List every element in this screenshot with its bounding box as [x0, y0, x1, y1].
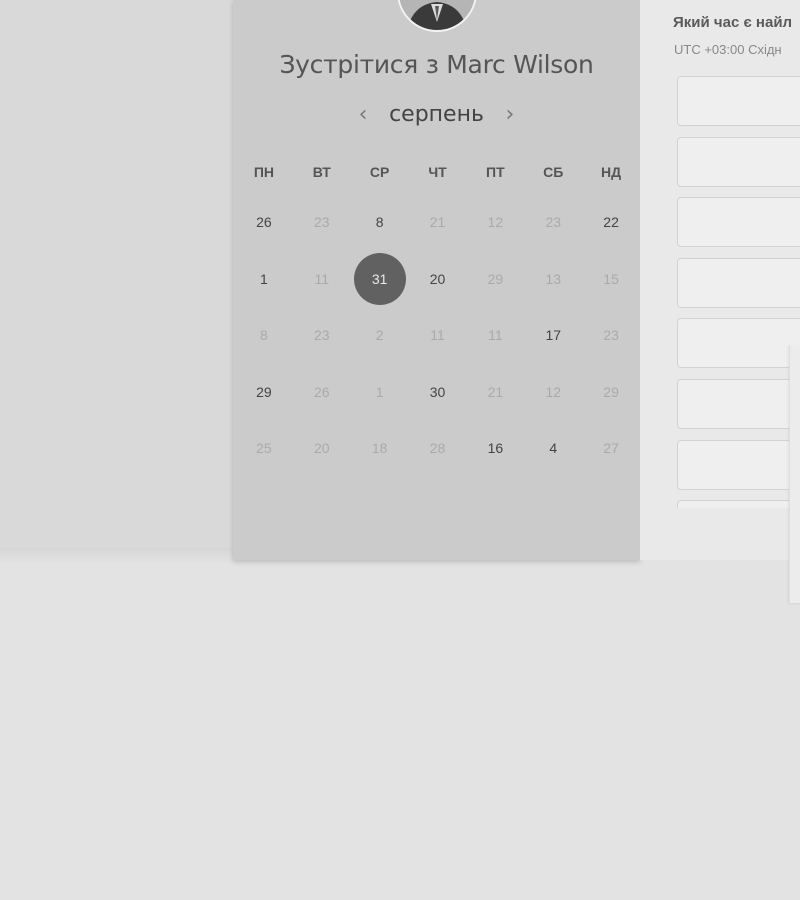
unavailable-day: 29 — [603, 383, 619, 400]
unavailable-day: 23 — [603, 327, 619, 344]
timezone-label: UTC +03:00 Східн — [674, 42, 782, 57]
unavailable-day: 15 — [603, 270, 619, 287]
available-day[interactable]: 30 — [409, 364, 467, 421]
unavailable-day: 2 — [375, 327, 384, 344]
time-slots-title: Який час є найл — [673, 14, 793, 31]
side-panel-edge — [789, 345, 800, 603]
available-day[interactable]: 8 — [351, 194, 409, 251]
weekday-fri: ПТ — [486, 164, 505, 180]
available-day[interactable]: 17 — [524, 307, 582, 364]
unavailable-day: 26 — [314, 383, 330, 400]
calendar-week-row: 25 20 18 28 16 4 27 — [235, 420, 640, 477]
selected-day-label: 31 — [353, 252, 406, 305]
time-slot-button[interactable] — [677, 378, 800, 429]
unavailable-day: 18 — [371, 440, 388, 457]
available-day[interactable]: 4 — [524, 420, 582, 477]
unavailable-day: 13 — [545, 270, 562, 287]
weekday-header: ПН ВТ СР ЧТ ПТ СБ НД — [235, 150, 640, 194]
available-day[interactable]: 16 — [466, 420, 524, 477]
unavailable-day: 12 — [487, 214, 504, 231]
time-slot-button[interactable] — [677, 197, 800, 248]
meeting-title: Зустрітися з Marc Wilson — [279, 50, 594, 79]
time-slot-list — [677, 76, 800, 519]
unavailable-day: 27 — [603, 440, 619, 457]
unavailable-day: 8 — [260, 327, 268, 344]
time-slots-panel: Який час є найл UTC +03:00 Східн — [640, 0, 800, 560]
unavailable-day: 25 — [256, 440, 272, 457]
available-day[interactable]: 29 — [235, 364, 293, 421]
calendar-week-row: 1 11 31 20 29 13 15 — [235, 251, 640, 308]
unavailable-day: 23 — [545, 214, 562, 231]
chevron-left-icon[interactable]: ‹ — [351, 102, 375, 127]
weekday-thu: ЧТ — [428, 164, 447, 180]
unavailable-day: 11 — [488, 327, 503, 344]
unavailable-day: 11 — [314, 270, 330, 287]
month-label: серпень — [389, 101, 484, 127]
weekday-sun: НД — [601, 164, 622, 180]
unavailable-day: 11 — [430, 327, 445, 344]
month-navigation: ‹ серпень › — [233, 98, 640, 130]
weekday-mon: ПН — [253, 164, 275, 180]
unavailable-day: 23 — [314, 327, 330, 344]
time-slot-button[interactable] — [677, 76, 800, 126]
booking-page: Зустрітися з Marc Wilson ‹ серпень › ПН … — [0, 0, 800, 900]
calendar-week-row: 29 26 1 30 21 12 29 — [235, 364, 640, 421]
time-slot-button[interactable] — [677, 257, 800, 308]
time-slot-button[interactable] — [677, 318, 800, 369]
weekday-sat: СБ — [543, 164, 564, 180]
available-day[interactable]: 26 — [235, 194, 293, 251]
calendar-week-row: 8 23 2 11 11 17 23 — [235, 307, 640, 364]
time-slot-button[interactable] — [677, 500, 800, 509]
unavailable-day: 29 — [487, 270, 504, 287]
calendar-grid: ПН ВТ СР ЧТ ПТ СБ НД 26 23 8 21 12 23 22 1 11 31 2… — [235, 150, 640, 477]
unavailable-day: 23 — [314, 214, 330, 231]
weekday-wed: СР — [369, 164, 390, 180]
unavailable-day: 20 — [314, 440, 330, 457]
unavailable-day: 28 — [429, 440, 446, 457]
available-day[interactable]: 20 — [409, 251, 467, 308]
time-slot-button[interactable] — [677, 136, 800, 187]
left-backdrop-shadow — [0, 548, 234, 564]
unavailable-day: 21 — [429, 214, 446, 231]
available-day[interactable]: 1 — [235, 251, 293, 308]
time-slot-button[interactable] — [677, 439, 800, 490]
calendar-weeks: 26 23 8 21 12 23 22 1 11 31 20 29 13 15 8 23 2 11 11 17 23 29… — [235, 194, 640, 477]
unavailable-day: 21 — [487, 383, 504, 400]
unavailable-day: 1 — [375, 383, 384, 400]
left-backdrop — [0, 0, 234, 548]
selected-day[interactable]: 31 — [351, 251, 409, 308]
weekday-tue: ВТ — [312, 164, 331, 180]
unavailable-day: 12 — [545, 383, 562, 400]
calendar-week-row: 26 23 8 21 12 23 22 — [235, 194, 640, 251]
available-day[interactable]: 22 — [582, 194, 640, 251]
chevron-right-icon[interactable]: › — [498, 102, 522, 127]
